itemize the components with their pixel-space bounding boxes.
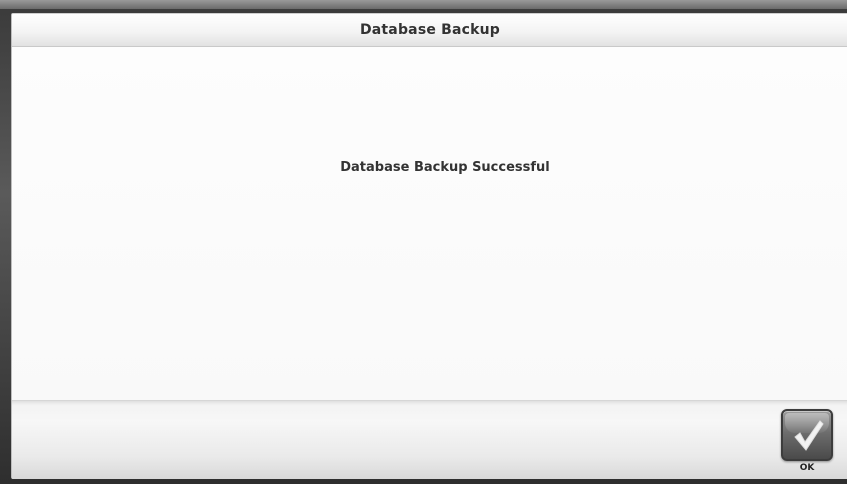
dialog-content: Database Backup Successful [12,47,847,400]
status-message: Database Backup Successful [340,160,550,175]
ok-button[interactable]: OK [781,409,833,475]
ok-button-label[interactable]: OK [781,463,833,473]
dialog-title: Database Backup [359,22,501,38]
dialog-footer: OK [12,400,847,479]
ok-icon-frame[interactable] [781,409,833,461]
checkmark-icon [794,420,824,451]
backup-dialog: Database Backup Database Backup Successf… [11,13,847,479]
dialog-title-bar: Database Backup [12,14,847,47]
